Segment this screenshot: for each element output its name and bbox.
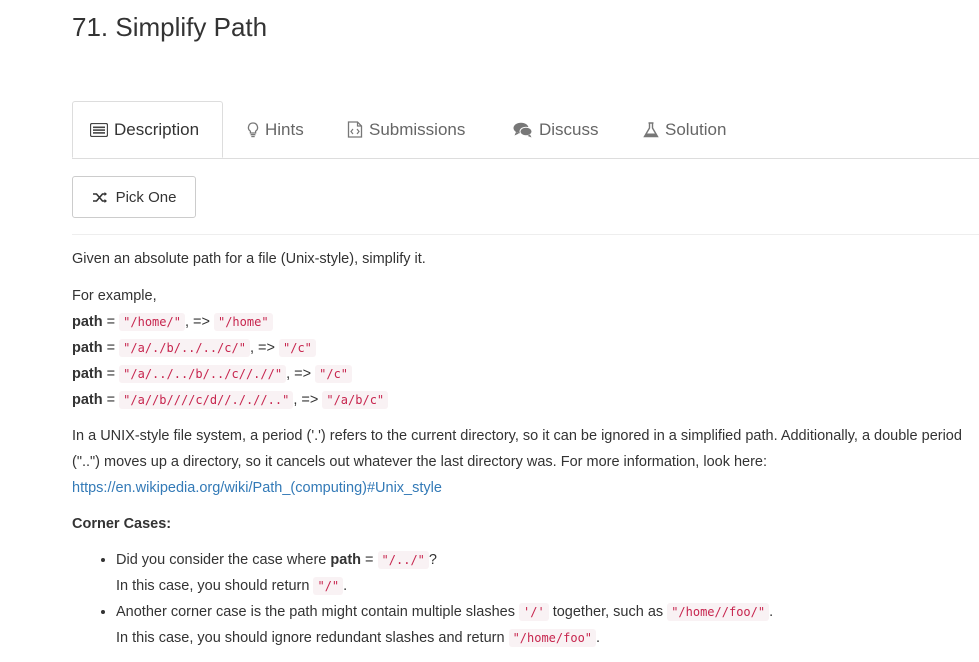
example-output: "/a/b/c" xyxy=(322,391,389,409)
example-row: path = "/home/", => "/home" xyxy=(72,309,979,335)
list-item: Another corner case is the path might co… xyxy=(116,599,979,651)
example-input: "/a//b////c/d//././/.." xyxy=(119,391,294,409)
tab-label: Discuss xyxy=(539,119,599,139)
example-output: "/c" xyxy=(315,365,353,383)
lightbulb-icon xyxy=(247,121,259,138)
tab-label: Hints xyxy=(265,119,304,139)
example-row: path = "/a//b////c/d//././/..", => "/a/b… xyxy=(72,387,979,413)
tab-description[interactable]: Description xyxy=(72,101,223,158)
tab-label: Submissions xyxy=(369,119,466,139)
example-row: path = "/a/./b/../../c/", => "/c" xyxy=(72,335,979,361)
page-title: 71. Simplify Path xyxy=(72,12,268,42)
tab-discuss[interactable]: Discuss xyxy=(513,101,599,158)
divider xyxy=(72,234,979,235)
tab-label: Solution xyxy=(665,119,727,139)
unix-explanation: In a UNIX-style file system, a period ('… xyxy=(72,428,962,496)
example-block: For example, path = "/home/", => "/home"… xyxy=(72,283,979,413)
tab-hints[interactable]: Hints xyxy=(247,101,304,158)
example-output: "/c" xyxy=(279,339,316,357)
code-file-icon xyxy=(347,121,363,138)
comments-icon xyxy=(513,122,533,138)
example-row: path = "/a/../../b/../c//.//", => "/c" xyxy=(72,361,979,387)
tab-submissions[interactable]: Submissions xyxy=(347,101,465,158)
example-input: "/home/" xyxy=(119,313,185,331)
tab-solution[interactable]: Solution xyxy=(643,101,726,158)
pick-one-label: Pick One xyxy=(115,188,177,206)
example-heading: For example, xyxy=(72,288,157,304)
list-icon xyxy=(90,122,108,137)
example-input: "/a/../../b/../c//.//" xyxy=(119,365,287,383)
example-input: "/a/./b/../../c/" xyxy=(119,339,250,357)
example-output: "/home" xyxy=(213,313,273,331)
corner-cases-list: Did you consider the case where path = "… xyxy=(72,547,979,651)
intro-text: Given an absolute path for a file (Unix-… xyxy=(72,251,426,267)
list-item: Did you consider the case where path = "… xyxy=(116,547,979,599)
tab-label: Description xyxy=(114,119,200,139)
tab-bar: Description Hints Submissions Discuss So… xyxy=(72,101,979,159)
wikipedia-link[interactable]: https://en.wikipedia.org/wiki/Path_(comp… xyxy=(72,480,442,496)
problem-description: Given an absolute path for a file (Unix-… xyxy=(72,246,979,651)
corner-cases-title: Corner Cases: xyxy=(72,516,172,532)
flask-icon xyxy=(643,121,659,138)
random-icon xyxy=(92,191,108,204)
pick-one-button[interactable]: Pick One xyxy=(72,176,196,218)
